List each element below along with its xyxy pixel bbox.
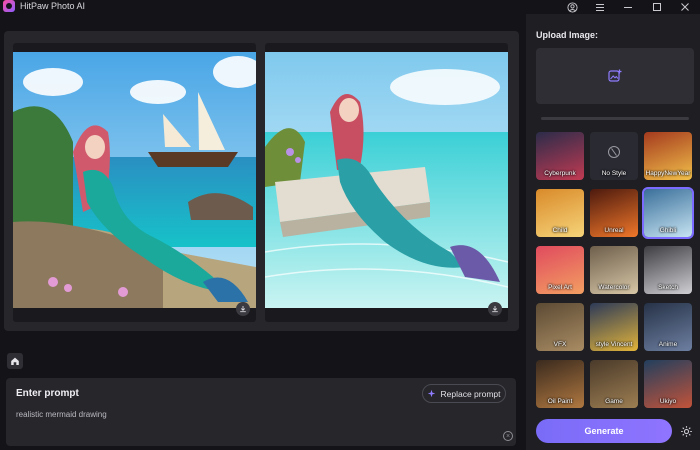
maximize-icon[interactable]	[650, 0, 664, 14]
title-bar: HitPaw Photo AI	[0, 0, 700, 14]
style-tile-label: Child	[552, 227, 568, 234]
style-tile-watercolor[interactable]: Watercolor	[590, 246, 638, 294]
replace-prompt-button[interactable]: Replace prompt	[422, 384, 506, 403]
style-tile-unreal[interactable]: Unreal	[590, 189, 638, 237]
style-tile-label: style Vincent	[595, 341, 633, 348]
style-tile-oil-paint[interactable]: Oil Paint	[536, 360, 584, 408]
style-tile-game[interactable]: Game	[590, 360, 638, 408]
style-tile-label: Ukiyo	[659, 398, 677, 405]
prompt-panel: Enter prompt Replace prompt realistic me…	[6, 378, 516, 446]
clear-prompt-icon[interactable]: ×	[503, 431, 513, 441]
home-button[interactable]	[7, 353, 23, 369]
account-icon[interactable]	[565, 0, 579, 14]
sidebar: Upload Image: Cyberpunk No Style HappyNewY…	[526, 14, 700, 450]
download-icon[interactable]	[236, 302, 250, 316]
style-tile-label: Game	[605, 398, 623, 405]
style-tile-anime[interactable]: Anime	[644, 303, 692, 351]
style-tile-no-style[interactable]: No Style	[590, 132, 638, 180]
result-card-2[interactable]	[265, 43, 508, 322]
style-tile-label: Sketch	[658, 284, 678, 291]
style-tile-label: VFX	[553, 341, 567, 348]
style-tile-label: Oil Paint	[547, 398, 573, 405]
prompt-input[interactable]: realistic mermaid drawing	[16, 410, 107, 419]
horizontal-scrollbar[interactable]	[541, 117, 689, 120]
style-tile-happynewyear[interactable]: HappyNewYear	[644, 132, 692, 180]
generate-button[interactable]: Generate	[536, 419, 672, 443]
no-style-icon	[608, 146, 620, 158]
style-tile-vfx[interactable]: VFX	[536, 303, 584, 351]
style-tile-label: No Style	[601, 170, 627, 177]
prompt-label: Enter prompt	[16, 388, 79, 399]
style-tile-label: Pixel Art	[548, 284, 572, 291]
settings-gear-icon[interactable]	[679, 424, 693, 438]
download-icon[interactable]	[488, 302, 502, 316]
app-title: HitPaw Photo AI	[20, 1, 86, 11]
style-tile-label: Cyberpunk	[544, 170, 576, 177]
style-tile-label: Unreal	[604, 227, 624, 234]
style-tile-child[interactable]: Child	[536, 189, 584, 237]
home-icon	[11, 357, 19, 365]
replace-prompt-label: Replace prompt	[440, 388, 501, 399]
style-tile-ghibli[interactable]: Ghibli	[642, 187, 694, 239]
style-tile-label: Anime	[658, 341, 678, 348]
generate-label: Generate	[584, 426, 624, 436]
app-window: HitPaw Photo AI Enter prompt Replace pro…	[0, 0, 700, 450]
upload-image-label: Upload Image:	[536, 30, 599, 40]
minimize-icon[interactable]	[621, 0, 635, 14]
style-tile-cyberpunk[interactable]: Cyberpunk	[536, 132, 584, 180]
result-image-2[interactable]	[265, 52, 508, 308]
style-tile-sketch[interactable]: Sketch	[644, 246, 692, 294]
add-image-icon	[608, 69, 622, 82]
style-tile-label: Ghibli	[659, 227, 677, 234]
style-tile-ukiyo[interactable]: Ukiyo	[644, 360, 692, 408]
sparkle-icon	[428, 389, 436, 398]
result-canvas	[4, 31, 519, 331]
result-image-1[interactable]	[13, 52, 256, 308]
style-tile-label: HappyNewYear	[645, 170, 691, 177]
app-logo-icon	[3, 0, 15, 12]
upload-image-dropzone[interactable]	[536, 48, 694, 104]
style-tile-label: Watercolor	[598, 284, 630, 291]
style-tile-pixel-art[interactable]: Pixel Art	[536, 246, 584, 294]
style-tile-style-vincent[interactable]: style Vincent	[590, 303, 638, 351]
close-icon[interactable]	[678, 0, 692, 14]
menu-icon[interactable]	[593, 0, 607, 14]
result-card-1[interactable]	[13, 43, 256, 322]
